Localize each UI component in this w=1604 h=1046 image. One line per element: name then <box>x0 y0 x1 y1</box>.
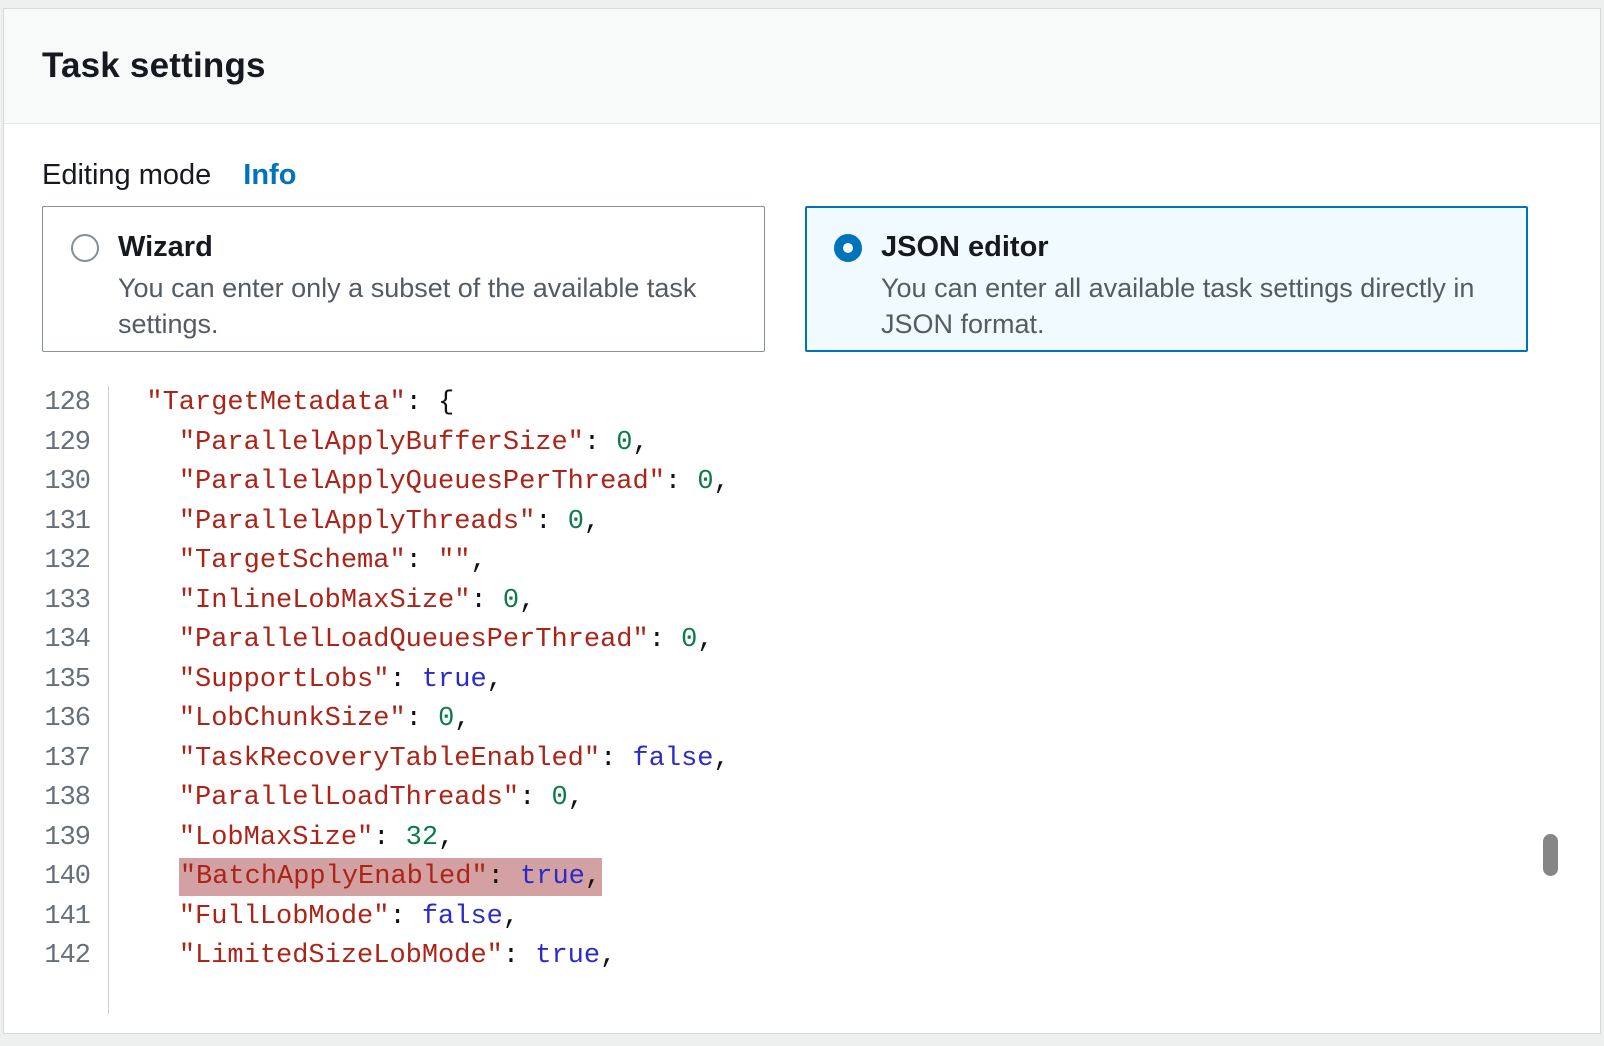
line-number: 140 <box>4 858 100 898</box>
line-number: 135 <box>4 661 100 701</box>
scrollbar-thumb[interactable] <box>1543 834 1558 876</box>
code-line[interactable]: 142 "LimitedSizeLobMode": true, <box>4 937 1544 977</box>
editing-mode-row: Editing mode Info <box>42 159 296 192</box>
code-line[interactable]: 140 "BatchApplyEnabled": true, <box>4 858 1544 898</box>
code-text: "ParallelApplyThreads": 0, <box>100 503 600 543</box>
option-description: You can enter all available task setting… <box>881 271 1491 343</box>
editing-mode-option-json-editor[interactable]: JSON editor You can enter all available … <box>805 206 1528 352</box>
code-line[interactable]: 134 "ParallelLoadQueuesPerThread": 0, <box>4 621 1544 661</box>
code-line[interactable]: 130 "ParallelApplyQueuesPerThread": 0, <box>4 463 1544 503</box>
option-label: Wizard <box>118 231 213 264</box>
highlighted-code: "BatchApplyEnabled": true, <box>179 858 602 896</box>
code-line[interactable]: 132 "TargetSchema": "", <box>4 542 1544 582</box>
code-text: "LobChunkSize": 0, <box>100 700 470 740</box>
code-line[interactable]: 137 "TaskRecoveryTableEnabled": false, <box>4 740 1544 780</box>
code-line[interactable]: 135 "SupportLobs": true, <box>4 661 1544 701</box>
code-line[interactable]: 136 "LobChunkSize": 0, <box>4 700 1544 740</box>
code-text: "ParallelApplyQueuesPerThread": 0, <box>100 463 730 503</box>
code-text: "ParallelLoadThreads": 0, <box>100 779 584 819</box>
code-line[interactable]: 129 "ParallelApplyBufferSize": 0, <box>4 424 1544 464</box>
code-line[interactable]: 141 "FullLobMode": false, <box>4 898 1544 938</box>
line-number: 128 <box>4 384 100 424</box>
line-number: 137 <box>4 740 100 780</box>
line-number: 130 <box>4 463 100 503</box>
code-line[interactable]: 139 "LobMaxSize": 32, <box>4 819 1544 859</box>
code-text: "ParallelLoadQueuesPerThread": 0, <box>100 621 714 661</box>
editing-mode-option-wizard[interactable]: Wizard You can enter only a subset of th… <box>42 206 765 352</box>
line-number: 142 <box>4 937 100 977</box>
line-number: 129 <box>4 424 100 464</box>
line-number: 131 <box>4 503 100 543</box>
code-text: "LobMaxSize": 32, <box>100 819 454 859</box>
code-line[interactable]: 133 "InlineLobMaxSize": 0, <box>4 582 1544 622</box>
code-text: "TaskRecoveryTableEnabled": false, <box>100 740 730 780</box>
code-text: "BatchApplyEnabled": true, <box>100 858 602 898</box>
code-text: "SupportLobs": true, <box>100 661 503 701</box>
code-line[interactable]: 138 "ParallelLoadThreads": 0, <box>4 779 1544 819</box>
line-number: 138 <box>4 779 100 819</box>
code-line[interactable]: 128 "TargetMetadata": { <box>4 384 1544 424</box>
panel-header: Task settings <box>4 9 1600 124</box>
code-text: "FullLobMode": false, <box>100 898 519 938</box>
code-lines: 128 "TargetMetadata": {129 "ParallelAppl… <box>4 384 1544 977</box>
code-text: "ParallelApplyBufferSize": 0, <box>100 424 649 464</box>
editing-mode-label: Editing mode <box>42 159 211 192</box>
line-number: 139 <box>4 819 100 859</box>
option-description: You can enter only a subset of the avail… <box>118 271 728 343</box>
line-number: 133 <box>4 582 100 622</box>
code-text: "InlineLobMaxSize": 0, <box>100 582 535 622</box>
line-number: 132 <box>4 542 100 582</box>
page-title: Task settings <box>42 46 266 86</box>
line-number: 136 <box>4 700 100 740</box>
code-text: "TargetSchema": "", <box>100 542 487 582</box>
radio-selected-icon[interactable] <box>834 234 862 262</box>
code-text: "TargetMetadata": { <box>100 384 454 424</box>
info-link[interactable]: Info <box>243 159 296 192</box>
json-editor[interactable]: 128 "TargetMetadata": {129 "ParallelAppl… <box>4 384 1544 977</box>
gutter-separator <box>108 386 109 1014</box>
task-settings-panel: Task settings Editing mode Info Wizard Y… <box>3 8 1601 1034</box>
option-label: JSON editor <box>881 231 1049 264</box>
line-number: 141 <box>4 898 100 938</box>
radio-unselected-icon[interactable] <box>71 234 99 262</box>
code-line[interactable]: 131 "ParallelApplyThreads": 0, <box>4 503 1544 543</box>
editing-mode-options: Wizard You can enter only a subset of th… <box>42 206 1528 352</box>
code-text: "LimitedSizeLobMode": true, <box>100 937 616 977</box>
line-number: 134 <box>4 621 100 661</box>
